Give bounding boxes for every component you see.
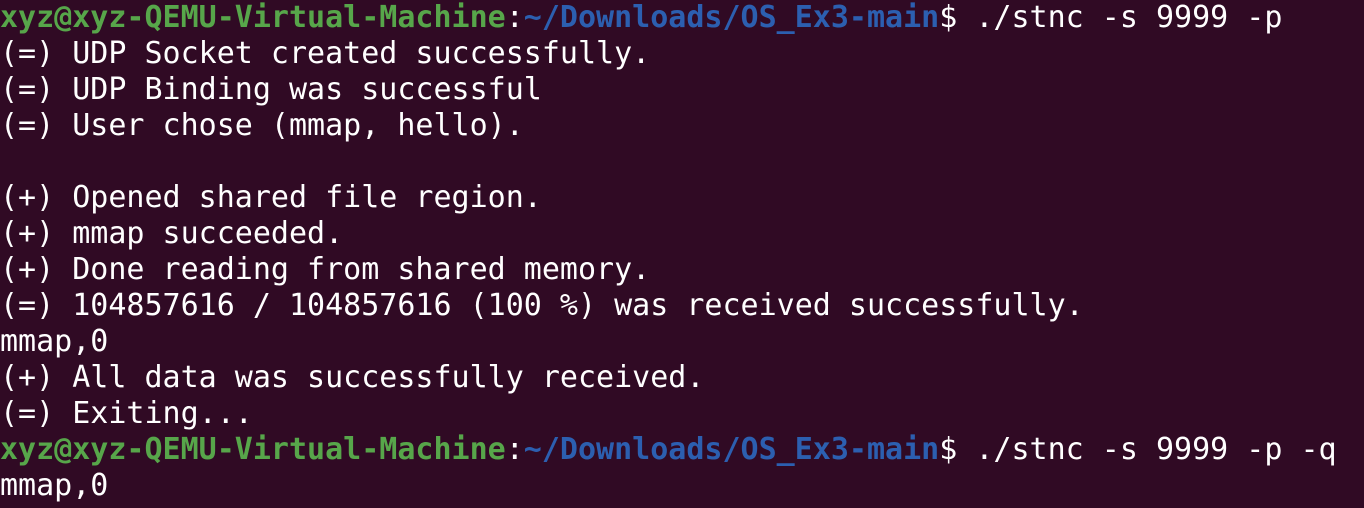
output-line: mmap,0 xyxy=(0,324,109,359)
output-line: (+) Done reading from shared memory. xyxy=(0,252,651,287)
output-line: (=) User chose (mmap, hello). xyxy=(0,108,524,143)
prompt-command: ./stnc -s 9999 -p -q xyxy=(957,432,1337,467)
prompt-line: xyz@xyz-QEMU-Virtual-Machine:~/Downloads… xyxy=(0,432,1364,468)
terminal-window[interactable]: xyz@xyz-QEMU-Virtual-Machine:~/Downloads… xyxy=(0,0,1364,508)
output-line: (+) mmap succeeded. xyxy=(0,216,344,251)
prompt-command: ./stnc -s 9999 -p xyxy=(957,0,1283,35)
prompt-separator: : xyxy=(505,432,524,467)
prompt-separator: : xyxy=(505,0,524,35)
output-line: (=) UDP Socket created successfully. xyxy=(0,36,651,71)
prompt-path: ~/Downloads/OS_Ex3-main xyxy=(523,0,940,35)
prompt-user: xyz@xyz-QEMU-Virtual-Machine xyxy=(0,432,506,467)
prompt-path: ~/Downloads/OS_Ex3-main xyxy=(523,432,940,467)
output-line: (=) Exiting... xyxy=(0,396,253,431)
prompt-line: xyz@xyz-QEMU-Virtual-Machine:~/Downloads… xyxy=(0,0,1364,36)
output-line: (+) All data was successfully received. xyxy=(0,360,705,395)
output-line: (=) UDP Binding was successful xyxy=(0,72,542,107)
output-line: mmap,0 xyxy=(0,468,109,503)
prompt-dollar: $ xyxy=(939,432,958,467)
output-line-blank xyxy=(0,144,1364,180)
prompt-user: xyz@xyz-QEMU-Virtual-Machine xyxy=(0,0,506,35)
prompt-dollar: $ xyxy=(939,0,958,35)
output-line: (=) 104857616 / 104857616 (100 %) was re… xyxy=(0,288,1084,323)
output-line: (+) Opened shared file region. xyxy=(0,180,542,215)
